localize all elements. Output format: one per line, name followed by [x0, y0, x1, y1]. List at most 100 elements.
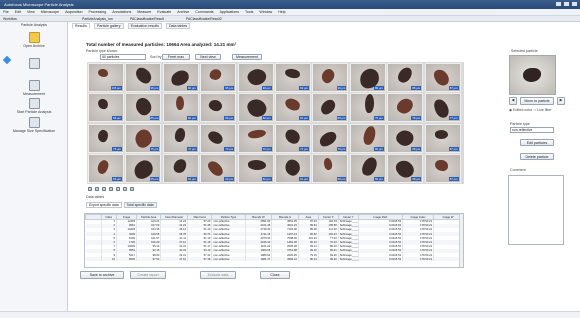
gallery-cell[interactable]: 89 µm	[349, 63, 386, 92]
zoom-out-icon[interactable]	[95, 187, 99, 191]
fit-icon[interactable]	[102, 187, 106, 191]
gallery-cell[interactable]: 83 µm	[200, 93, 237, 123]
menu-commands[interactable]: Commands	[195, 10, 213, 14]
gallery-cell[interactable]: 70 µm	[312, 123, 349, 153]
minimize-icon[interactable]	[556, 2, 561, 6]
gallery-cell[interactable]: 95 µm	[200, 63, 237, 92]
info-icon[interactable]	[130, 187, 134, 191]
sort-select[interactable]: Feret max	[162, 54, 190, 60]
gallery-cell[interactable]: 76 µm	[88, 123, 124, 153]
pointer-icon[interactable]	[109, 187, 113, 191]
menu-applications[interactable]: Applications	[220, 10, 239, 14]
edit-particles-button[interactable]: Edit particles	[520, 139, 554, 146]
menu-file[interactable]: File	[3, 10, 9, 14]
exclude-data-button[interactable]: Exclude data	[200, 271, 236, 279]
tab-doc3[interactable]: PAClassificationResult2	[186, 17, 222, 21]
tab-export-specific-data[interactable]: Export specific data	[86, 202, 122, 208]
save-archive-button[interactable]: Save to archive	[80, 271, 124, 279]
gallery-cell[interactable]: 96 µm	[162, 63, 199, 92]
gallery-cell[interactable]: 61 µm	[275, 154, 311, 184]
particle-type-select[interactable]: non-reflective	[510, 127, 554, 133]
gallery-cell[interactable]: 69 µm	[349, 123, 386, 153]
gallery-cell[interactable]: 85 µm	[125, 93, 162, 123]
next-view-button[interactable]: Next view	[195, 54, 221, 60]
menu-measure[interactable]: Measure	[137, 10, 151, 14]
gallery-cell[interactable]: 79 µm	[349, 93, 386, 123]
menu-archive[interactable]: Archive	[177, 10, 189, 14]
maximize-icon[interactable]	[564, 2, 569, 6]
gallery-cell[interactable]: 65 µm	[125, 154, 162, 184]
menu-evaluate[interactable]: Evaluate	[157, 10, 171, 14]
close-button[interactable]: Close	[260, 271, 290, 279]
gallery-cell[interactable]: 57 µm	[424, 154, 461, 184]
gallery-cell[interactable]: 98 µm	[125, 63, 162, 92]
gallery-cell[interactable]: 77 µm	[424, 93, 461, 123]
gallery-cell[interactable]: 58 µm	[387, 154, 424, 184]
gallery-cell[interactable]: 82 µm	[237, 93, 274, 123]
delete-particle-button[interactable]: Delete particle	[520, 153, 554, 160]
sidebar-item-document[interactable]	[4, 58, 64, 70]
sidebar-item-open-archive[interactable]: Open Archive	[4, 32, 64, 48]
zoom-in-icon[interactable]	[88, 187, 92, 191]
sidebar-item-measurement[interactable]: Measurement	[4, 80, 64, 96]
gallery-cell[interactable]: 78 µm	[387, 93, 424, 123]
previous-particle-button[interactable]: ◀	[509, 97, 517, 105]
gallery-cell[interactable]: 86 µm	[88, 93, 124, 123]
tab-workflow[interactable]: Workflow	[3, 17, 17, 21]
gallery-cell[interactable]: 59 µm	[349, 154, 386, 184]
gallery-cell[interactable]: 84 µm	[162, 93, 199, 123]
measurement-button[interactable]: Measurement	[232, 54, 262, 60]
table-row[interactable]: 10 8636 97.54 47.10 57.18 non-reflective 1981.…	[85, 257, 463, 262]
gallery-cell[interactable]: 68 µm	[387, 123, 424, 153]
gallery-cell[interactable]: 60 µm	[312, 154, 349, 184]
gallery-cell[interactable]: 87 µm	[424, 63, 461, 92]
gallery-cell[interactable]: 66 µm	[88, 154, 124, 184]
sidebar-item-particle-analysis[interactable]: Particle Analysis	[4, 23, 64, 27]
menu-help[interactable]: Help	[278, 10, 285, 14]
menu-annotations[interactable]: Annotations	[112, 10, 131, 14]
tab-evaluation-results[interactable]: Evaluation results	[127, 23, 162, 29]
tab-results[interactable]: Results	[72, 23, 90, 29]
gallery-cell[interactable]: 80 µm	[312, 93, 349, 123]
tab-doc1[interactable]: ParticleAnalysis_run	[82, 17, 113, 21]
gallery-cell[interactable]: 88 µm	[387, 63, 424, 92]
live-filter-radio[interactable]: ○ Live filter	[534, 108, 552, 112]
gallery-cell[interactable]: 72 µm	[237, 123, 274, 153]
create-report-button[interactable]: Create report	[130, 271, 166, 279]
gallery-cell[interactable]: 71 µm	[275, 123, 311, 153]
gallery-cell[interactable]: 93 µm	[237, 63, 274, 92]
gallery-cell[interactable]: 81 µm	[275, 93, 311, 123]
gallery-cell[interactable]: 105 µm	[88, 63, 124, 92]
tab-total-specific-data[interactable]: Total specific data	[123, 202, 157, 208]
tab-data-tables[interactable]: Data tables	[165, 23, 191, 29]
menu-tools[interactable]: Tools	[245, 10, 253, 14]
gallery-cell[interactable]: 63 µm	[200, 154, 237, 184]
sidebar-item-size-specification[interactable]: Manage Size Specification	[4, 117, 64, 133]
menu-microscope[interactable]: Microscope	[41, 10, 59, 14]
particle-filter-select[interactable]: All particles	[100, 54, 146, 60]
menu-window[interactable]: Window	[259, 10, 272, 14]
grid-icon[interactable]	[123, 187, 127, 191]
table-scrollbar[interactable]	[459, 214, 463, 267]
measure-line-icon[interactable]	[116, 187, 120, 191]
close-icon[interactable]	[572, 2, 577, 6]
move-to-particle-button[interactable]: Move to particle	[520, 97, 554, 105]
gallery-cell[interactable]: 90 µm	[312, 63, 349, 92]
gallery-cell[interactable]: 67 µm	[424, 123, 461, 153]
gallery-cell[interactable]: 92 µm	[275, 63, 311, 92]
gallery-cell[interactable]: 64 µm	[162, 154, 199, 184]
menu-acquisition[interactable]: Acquisition	[65, 10, 82, 14]
edited-color-radio[interactable]: ◉ Edited color	[509, 108, 532, 112]
comment-field[interactable]	[508, 175, 564, 245]
next-particle-button[interactable]: ▶	[557, 97, 565, 105]
tab-doc2[interactable]: PAClassificationResult	[130, 17, 164, 21]
menu-processing[interactable]: Processing	[89, 10, 107, 14]
gallery-cell[interactable]: 74 µm	[162, 123, 199, 153]
gallery-cell[interactable]: 73 µm	[200, 123, 237, 153]
tab-particle-gallery[interactable]: Particle gallery	[93, 23, 124, 29]
gallery-cell[interactable]: 75 µm	[125, 123, 162, 153]
menu-edit[interactable]: Edit	[15, 10, 21, 14]
gallery-cell[interactable]: 62 µm	[237, 154, 274, 184]
sidebar-item-start-particle-analysis[interactable]: Start Particle Analysis	[4, 98, 64, 114]
menu-view[interactable]: View	[27, 10, 35, 14]
